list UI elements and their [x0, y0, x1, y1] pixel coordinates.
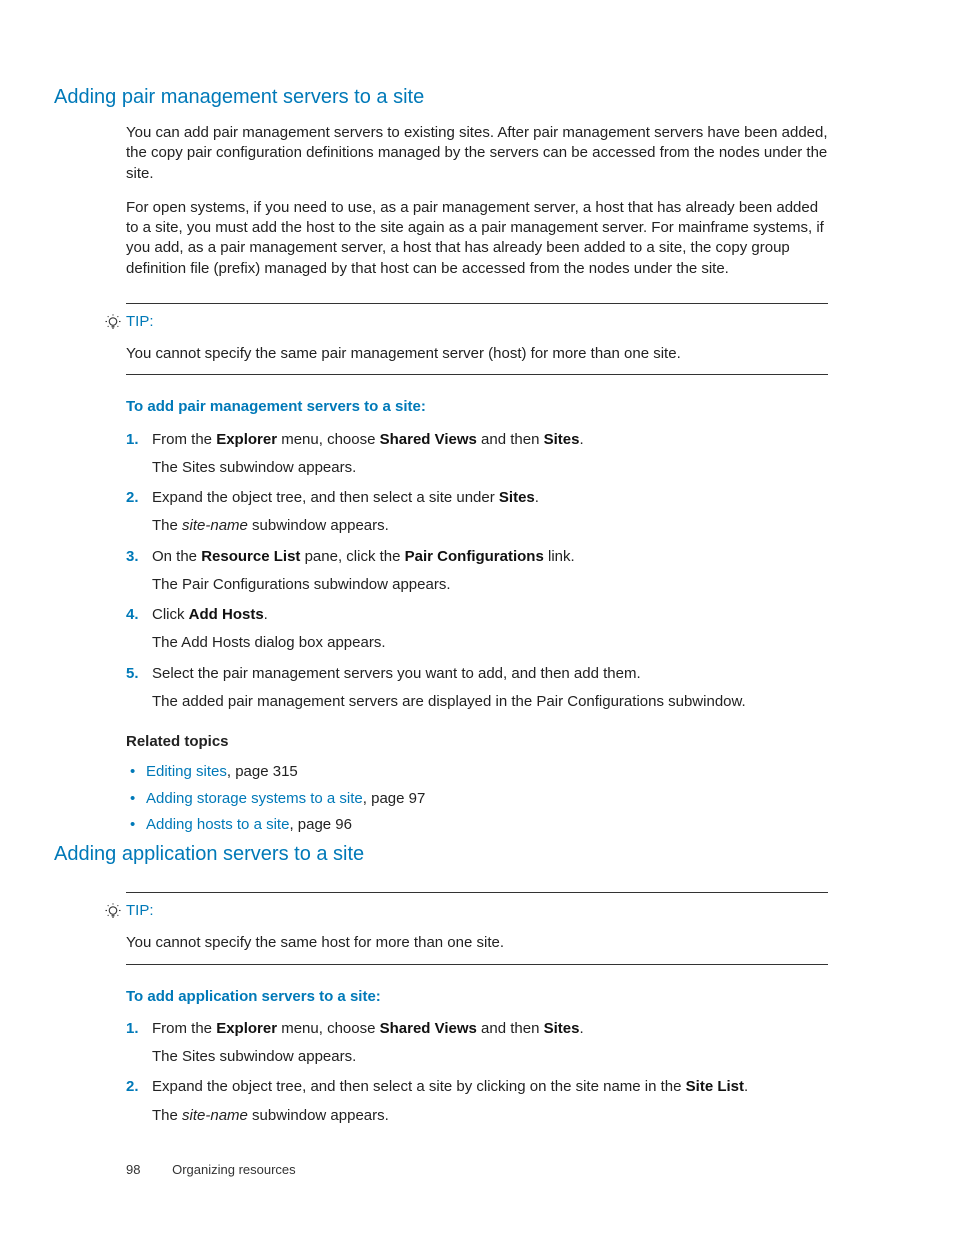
tip-block-1: TIP: You cannot specify the same pair ma… [126, 303, 828, 376]
para-intro-1: You can add pair management servers to e… [126, 123, 828, 184]
tip-label: TIP: [126, 901, 154, 921]
procedure-1: To add pair management servers to a site… [126, 397, 828, 835]
procedure-2: To add application servers to a site: 1.… [126, 987, 828, 1126]
tip-text-2: You cannot specify the same host for mor… [126, 933, 828, 953]
step-text: Click Add Hosts. [152, 606, 268, 623]
tip-text-1: You cannot specify the same pair managem… [126, 344, 828, 364]
step-number: 2. [126, 1077, 152, 1126]
step-5: 5. Select the pair management servers yo… [126, 664, 828, 713]
step-sub: The site-name subwindow appears. [152, 516, 828, 536]
heading-add-app-servers: Adding application servers to a site [54, 841, 900, 868]
step-number: 3. [126, 547, 152, 596]
step-sub: The Pair Configurations subwindow appear… [152, 575, 828, 595]
steps-list-1: 1. From the Explorer menu, choose Shared… [126, 430, 828, 713]
step-4: 4. Click Add Hosts. The Add Hosts dialog… [126, 605, 828, 654]
step-text: Expand the object tree, and then select … [152, 489, 539, 506]
step-sub: The Sites subwindow appears. [152, 458, 828, 478]
related-item: Adding hosts to a site, page 96 [126, 815, 828, 835]
step-sub: The Add Hosts dialog box appears. [152, 633, 828, 653]
step-2: 2. Expand the object tree, and then sele… [126, 1077, 828, 1126]
tip-label: TIP: [126, 312, 154, 332]
related-topics-list: Editing sites, page 315 Adding storage s… [126, 762, 828, 835]
step-number: 1. [126, 430, 152, 479]
step-sub: The Sites subwindow appears. [152, 1047, 828, 1067]
related-item: Editing sites, page 315 [126, 762, 828, 782]
related-topics-heading: Related topics [126, 732, 828, 752]
lightbulb-icon [104, 314, 124, 338]
steps-list-2: 1. From the Explorer menu, choose Shared… [126, 1019, 828, 1126]
procedure-heading-1: To add pair management servers to a site… [126, 397, 828, 417]
step-1: 1. From the Explorer menu, choose Shared… [126, 1019, 828, 1068]
step-text: From the Explorer menu, choose Shared Vi… [152, 431, 584, 448]
step-number: 1. [126, 1019, 152, 1068]
step-sub: The added pair management servers are di… [152, 692, 828, 712]
heading-add-pair-mgmt: Adding pair management servers to a site [54, 84, 900, 111]
step-3: 3. On the Resource List pane, click the … [126, 547, 828, 596]
step-sub: The site-name subwindow appears. [152, 1106, 828, 1126]
step-number: 5. [126, 664, 152, 713]
page-footer: 98 Organizing resources [126, 1161, 296, 1179]
step-text: On the Resource List pane, click the Pai… [152, 548, 575, 565]
step-text: Select the pair management servers you w… [152, 665, 641, 682]
step-2: 2. Expand the object tree, and then sele… [126, 488, 828, 537]
lightbulb-icon [104, 903, 124, 927]
step-number: 4. [126, 605, 152, 654]
link-add-hosts[interactable]: Adding hosts to a site [146, 816, 289, 833]
para-intro-2: For open systems, if you need to use, as… [126, 198, 828, 279]
link-editing-sites[interactable]: Editing sites [146, 763, 227, 780]
step-number: 2. [126, 488, 152, 537]
page-number: 98 [126, 1162, 140, 1177]
step-1: 1. From the Explorer menu, choose Shared… [126, 430, 828, 479]
procedure-heading-2: To add application servers to a site: [126, 987, 828, 1007]
chapter-title: Organizing resources [172, 1162, 296, 1177]
page: Adding pair management servers to a site… [0, 0, 954, 1235]
step-text: From the Explorer menu, choose Shared Vi… [152, 1020, 584, 1037]
section1-body: You can add pair management servers to e… [126, 123, 828, 279]
link-add-storage[interactable]: Adding storage systems to a site [146, 790, 363, 807]
tip-block-2: TIP: You cannot specify the same host fo… [126, 892, 828, 965]
related-item: Adding storage systems to a site, page 9… [126, 789, 828, 809]
step-text: Expand the object tree, and then select … [152, 1078, 748, 1095]
